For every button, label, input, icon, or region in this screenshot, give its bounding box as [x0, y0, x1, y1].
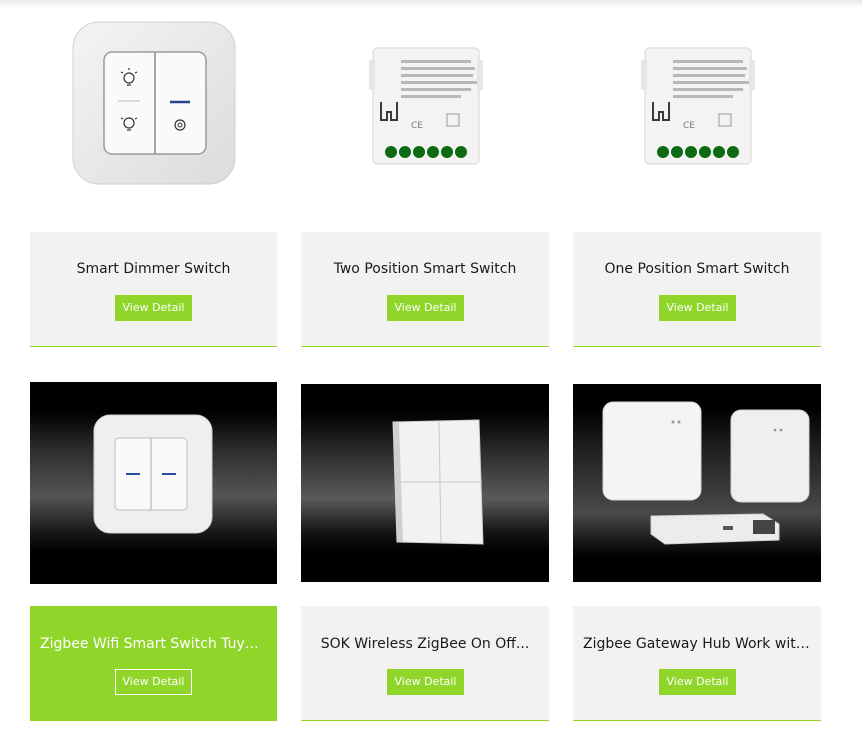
view-detail-button[interactable]: View Detail — [659, 295, 736, 321]
product-card-4: Zigbee Wifi Smart Switch Tuya ... View D… — [30, 606, 277, 721]
product-title[interactable]: Two Position Smart Switch — [301, 261, 549, 277]
product-card-5: SOK Wireless ZigBee On Off... View Detai… — [301, 606, 549, 721]
product-title[interactable]: SOK Wireless ZigBee On Off... — [301, 636, 549, 652]
product-card-3: One Position Smart Switch View Detail — [573, 232, 821, 347]
view-detail-button[interactable]: View Detail — [115, 295, 192, 321]
product-card-2: Two Position Smart Switch View Detail — [301, 232, 549, 347]
view-detail-button[interactable]: View Detail — [387, 669, 464, 695]
top-shadow — [0, 0, 862, 8]
svg-text:CE: CE — [411, 121, 423, 131]
product-title[interactable]: Smart Dimmer Switch — [30, 261, 277, 277]
product-image-6[interactable] — [573, 384, 821, 582]
product-image-2[interactable]: CE — [301, 10, 549, 210]
product-image-5[interactable] — [301, 384, 549, 582]
product-title[interactable]: Zigbee Gateway Hub Work with.. — [573, 636, 821, 652]
view-detail-button[interactable]: View Detail — [659, 669, 736, 695]
product-card-6: Zigbee Gateway Hub Work with.. View Deta… — [573, 606, 821, 721]
product-image-1[interactable] — [30, 10, 277, 210]
product-title[interactable]: Zigbee Wifi Smart Switch Tuya ... — [30, 636, 277, 652]
view-detail-button[interactable]: View Detail — [115, 669, 192, 695]
product-image-3[interactable]: CE — [573, 10, 821, 210]
product-title[interactable]: One Position Smart Switch — [573, 261, 821, 277]
svg-text:CE: CE — [683, 121, 695, 131]
view-detail-button[interactable]: View Detail — [387, 295, 464, 321]
product-image-4[interactable] — [30, 382, 277, 584]
product-card-1: Smart Dimmer Switch View Detail — [30, 232, 277, 347]
